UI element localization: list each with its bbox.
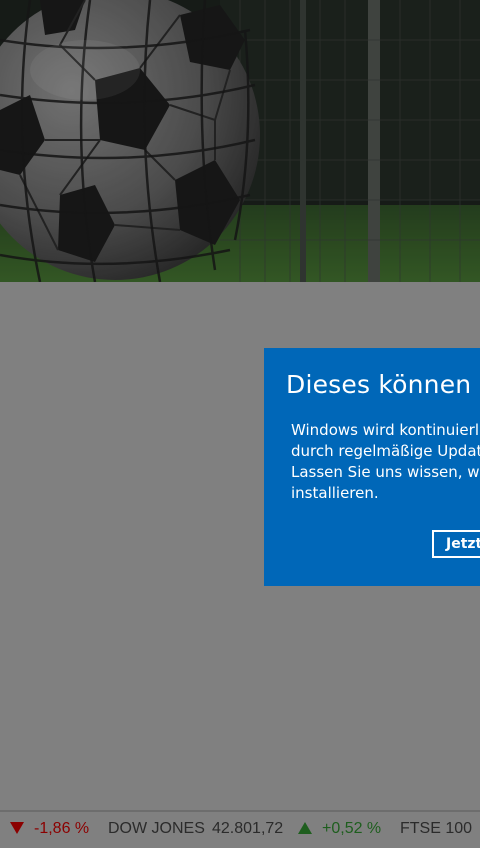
ticker-change: -1,86 % (34, 820, 90, 837)
ticker-value: 42.801,72 (212, 820, 284, 837)
ticker-name: DOW JONES (108, 820, 205, 837)
notification-body-line: Windows wird kontinuierlic (291, 421, 480, 439)
stock-ticker: -1,86 % DOW JONES 42.801,72 +0,52 % FTSE… (0, 810, 480, 848)
notification-body-line: durch regelmäßige Update (291, 442, 480, 460)
notification-body-line: Lassen Sie uns wissen, wen (291, 463, 480, 481)
soccer-ball-in-net-icon (0, 0, 480, 282)
install-now-button[interactable]: Jetzt (432, 530, 480, 558)
notification-title: Dieses können w (286, 370, 480, 399)
up-arrow-icon (298, 822, 312, 834)
notification-body: Windows wird kontinuierlic durch regelmä… (291, 420, 480, 504)
hero-image (0, 0, 480, 282)
down-arrow-icon (10, 822, 24, 834)
lock-screen: Dieses können w Windows wird kontinuierl… (0, 0, 480, 848)
ticker-change: +0,52 % (322, 820, 382, 837)
notification-body-line: installieren. (291, 484, 379, 502)
update-notification: Dieses können w Windows wird kontinuierl… (264, 348, 480, 586)
ticker-name: FTSE 100 (400, 820, 473, 837)
